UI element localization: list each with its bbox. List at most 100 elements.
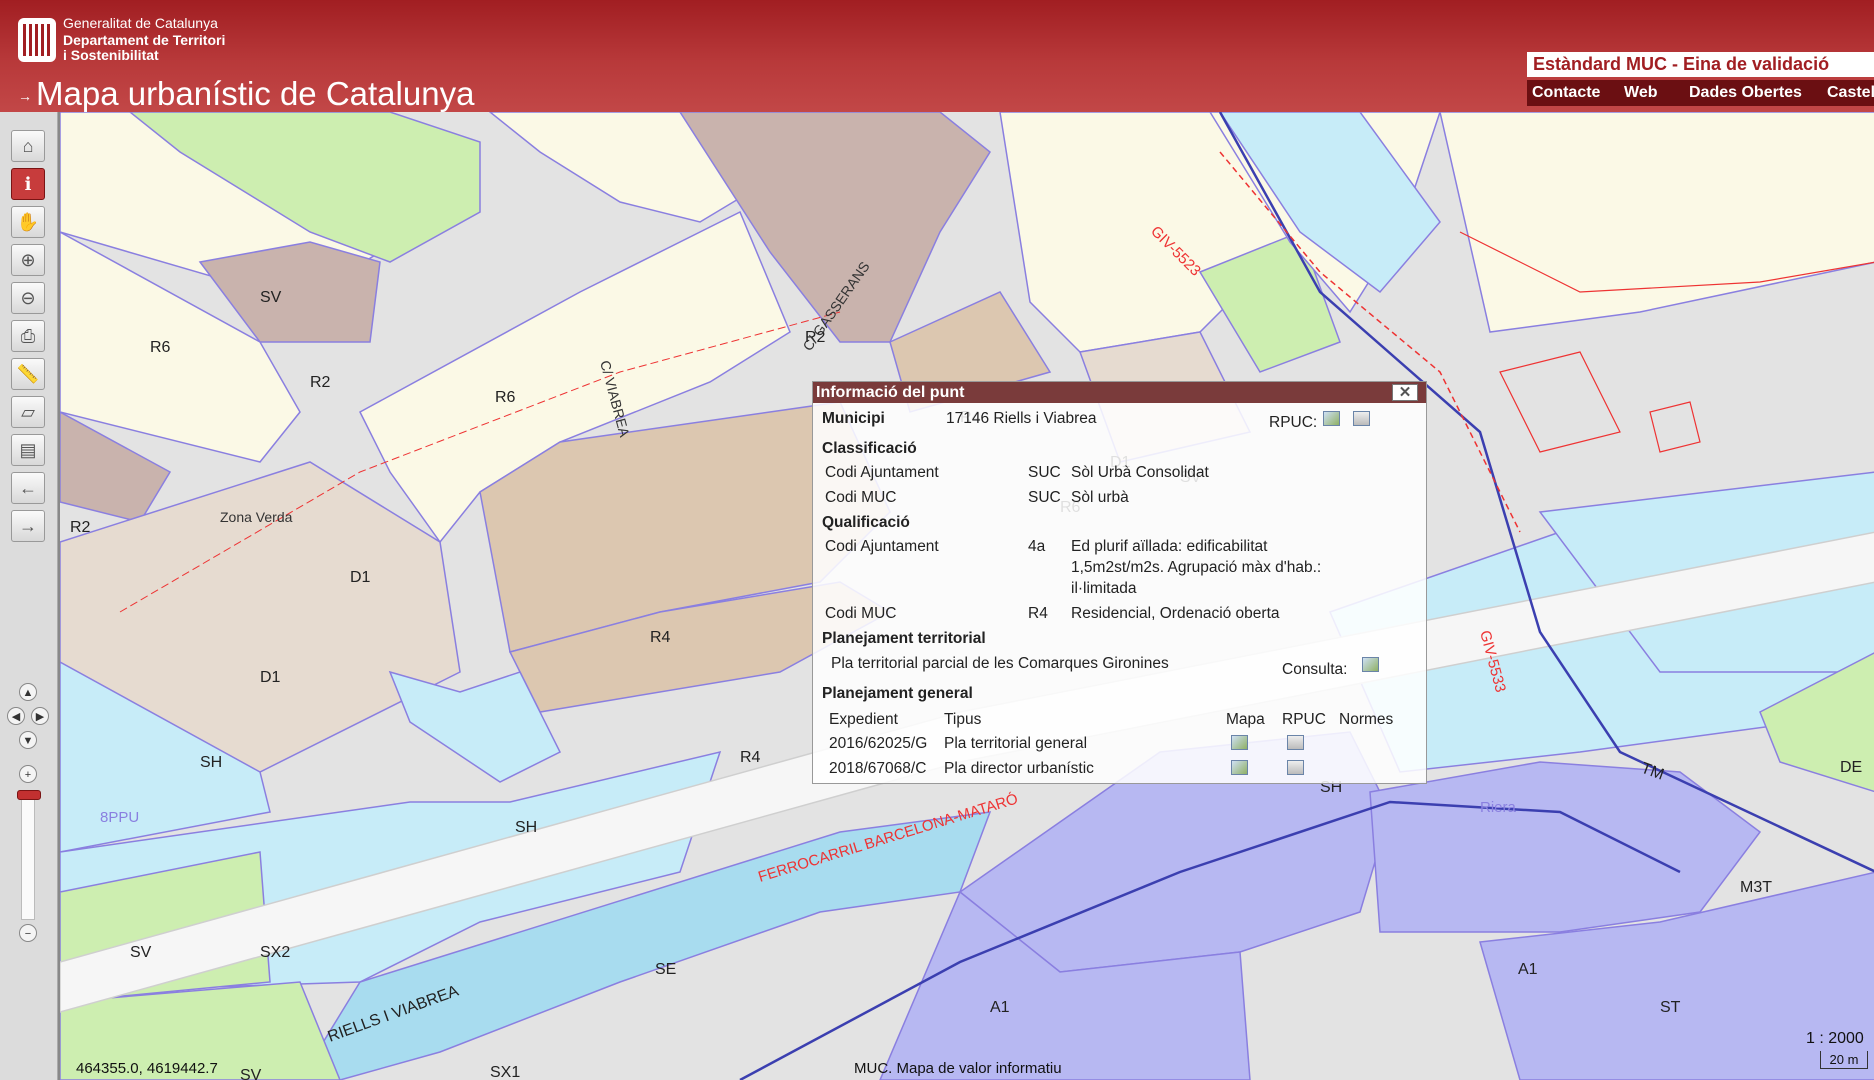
tool-title[interactable]: Estàndard MUC - Eina de validació — [1527, 52, 1874, 77]
rpuc-label: RPUC: — [1269, 414, 1318, 431]
qual-row-label: Codi Ajuntament — [825, 538, 939, 555]
municipi-label: Municipi — [822, 410, 885, 427]
plan-rpuc-icon[interactable] — [1287, 735, 1304, 750]
zone-label-sx1: SX1 — [490, 1064, 520, 1080]
arrow-icon: → — [18, 88, 32, 105]
app-title[interactable]: → Mapa urbanístic de Catalunya — [18, 76, 474, 114]
plan-expedient[interactable]: 2016/62025/G — [829, 735, 927, 753]
zoom-out-box-icon[interactable]: ⊖ — [11, 282, 45, 314]
zoom-in-button[interactable]: + — [19, 765, 37, 783]
zone-label-a1: A1 — [990, 999, 1010, 1016]
coordinates-readout: 464355.0, 4619442.7 — [76, 1060, 218, 1077]
qual-row-code: R4 — [1028, 605, 1048, 622]
print-icon[interactable]: ⎙ — [11, 320, 45, 352]
plan-tipus: Pla director urbanístic — [944, 760, 1094, 777]
top-links: Contacte Web Dades Obertes Castellà — [1527, 80, 1874, 106]
zone-label-sv: SV — [260, 289, 282, 306]
class-row-code: SUC — [1028, 489, 1061, 506]
plan-map-icon[interactable] — [1231, 735, 1248, 750]
qual-row-desc: Ed plurif aïllada: edificabilitat — [1071, 538, 1268, 555]
zoom-out-button[interactable]: − — [19, 924, 37, 942]
qual-row-code: 4a — [1028, 538, 1046, 555]
measure-distance-icon[interactable]: 📏 — [11, 358, 45, 390]
rpuc-map-icon[interactable] — [1323, 411, 1340, 426]
zone-label-r4: R4 — [650, 629, 671, 646]
sector-label-8ppu: 8PPU — [100, 809, 139, 826]
previous-view-icon[interactable]: ← — [11, 472, 45, 504]
qual-row-label: Codi MUC — [825, 605, 897, 622]
plan-map-icon[interactable] — [1231, 760, 1248, 775]
home-icon[interactable]: ⌂ — [11, 130, 45, 162]
measure-area-icon[interactable]: ▱ — [11, 396, 45, 428]
consulta-label: Consulta: — [1282, 661, 1348, 678]
zoom-slider-handle[interactable] — [17, 790, 41, 800]
col-mapa: Mapa — [1226, 711, 1265, 728]
class-row-desc: Sòl urbà — [1071, 489, 1129, 506]
department-name-2: i Sostenibilitat — [63, 47, 159, 63]
layers-icon[interactable]: ▤ — [11, 434, 45, 466]
map-toolbar: ⌂ ℹ ✋ ⊕ ⊖ ⎙ 📏 ▱ ▤ ← → ▲ ◀ ▶ ▼ + − — [0, 112, 58, 1080]
zoom-slider-track[interactable] — [21, 794, 35, 920]
link-castella[interactable]: Castellà — [1827, 80, 1874, 106]
municipi-value: 17146 Riells i Viabrea — [946, 410, 1097, 427]
territorial-plan: Pla territorial parcial de les Comarques… — [831, 655, 1169, 672]
rpuc-document-icon[interactable] — [1353, 411, 1370, 426]
class-row-label: Codi MUC — [825, 489, 897, 506]
pan-down-button[interactable]: ▼ — [19, 731, 37, 749]
col-expedient: Expedient — [829, 711, 898, 728]
zoom-in-box-icon[interactable]: ⊕ — [11, 244, 45, 276]
general-heading: Planejament general — [822, 685, 973, 702]
header-bar: Generalitat de Catalunya Departament de … — [0, 0, 1874, 112]
plan-expedient[interactable]: 2018/67068/C — [829, 760, 926, 778]
zone-label-r6: R6 — [495, 389, 516, 406]
zone-label-sx2: SX2 — [260, 944, 290, 961]
popup-title: Informació del punt — [816, 384, 965, 401]
qualificacio-heading: Qualificació — [822, 514, 910, 531]
col-tipus: Tipus — [944, 711, 982, 728]
zone-label-st: ST — [1660, 999, 1681, 1016]
class-row-code: SUC — [1028, 464, 1061, 481]
territorial-heading: Planejament territorial — [822, 630, 986, 647]
tool-box: Estàndard MUC - Eina de validació Contac… — [1527, 52, 1874, 106]
zone-label-r6: R6 — [150, 339, 171, 356]
next-view-icon[interactable]: → — [11, 510, 45, 542]
generalitat-logo-icon — [18, 18, 56, 62]
pan-hand-icon[interactable]: ✋ — [11, 206, 45, 238]
link-dades-obertes[interactable]: Dades Obertes — [1689, 80, 1802, 106]
map-disclaimer: MUC. Mapa de valor informatiu — [854, 1060, 1062, 1077]
zone-label-d1: D1 — [350, 569, 371, 586]
col-normes: Normes — [1339, 711, 1394, 728]
zone-label-m3t: M3T — [1740, 879, 1772, 896]
department-name: Departament de Territori — [63, 32, 226, 48]
zone-a1[interactable] — [1369, 761, 1762, 933]
class-row-desc: Sòl Urbà Consolidat — [1071, 464, 1209, 481]
zone-label-se: SE — [655, 961, 676, 978]
scale-bar: 20 m — [1820, 1051, 1868, 1069]
pan-right-button[interactable]: ▶ — [31, 707, 49, 725]
close-icon[interactable]: ✕ — [1392, 384, 1418, 401]
qual-row-desc: Residencial, Ordenació oberta — [1071, 605, 1280, 622]
zone-label-sv: SV — [130, 944, 152, 961]
stream-label-riera: Riera — [1480, 799, 1517, 816]
pan-up-button[interactable]: ▲ — [19, 683, 37, 701]
org-name: Generalitat de Catalunya — [63, 15, 218, 31]
link-contacte[interactable]: Contacte — [1532, 80, 1600, 106]
zone-label-sv: SV — [240, 1067, 262, 1080]
pan-left-button[interactable]: ◀ — [7, 707, 25, 725]
info-icon[interactable]: ℹ — [11, 168, 45, 200]
popup-title-bar: Informació del punt ✕ — [813, 382, 1426, 403]
classificacio-heading: Classificació — [822, 440, 917, 457]
consulta-map-icon[interactable] — [1362, 657, 1379, 672]
zone-label-d1: D1 — [260, 669, 281, 686]
plan-rpuc-icon[interactable] — [1287, 760, 1304, 775]
col-rpuc: RPUC — [1282, 711, 1326, 728]
scale-ratio: 1 : 2000 — [1806, 1030, 1864, 1047]
zone-label-r2: R2 — [310, 374, 331, 391]
point-info-popup: Informació del punt ✕ Municipi 17146 Rie… — [812, 381, 1427, 784]
zone-label-a1: A1 — [1518, 961, 1538, 978]
zone-label-sh: SH — [515, 819, 537, 836]
zone-label-r4: R4 — [740, 749, 761, 766]
zone-label-de: DE — [1840, 759, 1862, 776]
app-title-text: Mapa urbanístic de Catalunya — [36, 75, 475, 112]
link-web[interactable]: Web — [1624, 80, 1657, 106]
